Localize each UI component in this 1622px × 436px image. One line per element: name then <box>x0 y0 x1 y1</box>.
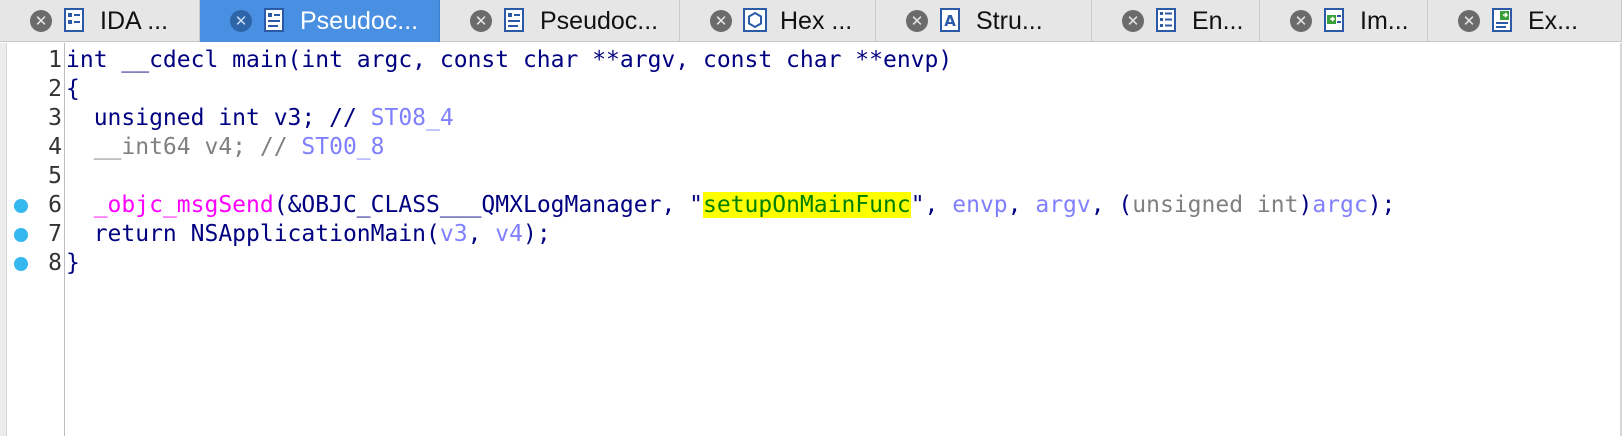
code-token: ST08_4 <box>370 105 454 131</box>
line-number: 6 <box>48 192 62 218</box>
tab-label: En... <box>1192 6 1244 35</box>
tab-label: Im... <box>1360 6 1409 35</box>
exports-icon <box>1490 7 1516 35</box>
tab-exports[interactable]: ✕ Ex... <box>1428 0 1622 42</box>
code-token: , ( <box>1090 192 1133 218</box>
svg-text:A: A <box>944 12 956 30</box>
code-token: ); <box>522 221 551 247</box>
close-icon[interactable]: ✕ <box>906 10 928 32</box>
code-token: { <box>66 76 80 102</box>
code-token: , <box>467 221 496 247</box>
code-line[interactable]: 2{ <box>0 75 1600 104</box>
pseudocode-icon <box>262 7 288 35</box>
close-icon[interactable]: ✕ <box>1122 10 1144 32</box>
code-text[interactable]: int __cdecl main(int argc, const char **… <box>66 46 952 75</box>
imports-icon <box>1322 7 1348 35</box>
code-token: ST00_8 <box>301 134 385 160</box>
breakpoint-icon[interactable] <box>14 199 28 213</box>
tab-label: Pseudoc... <box>540 6 659 35</box>
tab-label: Ex... <box>1528 6 1579 35</box>
tab-enums[interactable]: ✕ En... <box>1092 0 1260 42</box>
pseudocode-icon <box>502 7 528 35</box>
code-token: return NSApplicationMain( <box>66 221 440 247</box>
line-number: 1 <box>48 47 62 73</box>
close-icon[interactable]: ✕ <box>230 10 252 32</box>
code-line[interactable]: 1 int __cdecl main(int argc, const char *… <box>0 46 1600 75</box>
code-token: v3 <box>439 221 468 247</box>
code-text[interactable]: { <box>66 75 80 104</box>
tab-label: IDA ... <box>100 6 169 35</box>
breakpoint-icon[interactable] <box>14 257 28 271</box>
code-token: ", <box>910 192 953 218</box>
ida-view-icon <box>62 7 88 35</box>
tab-imports[interactable]: ✕ Im... <box>1260 0 1428 42</box>
code-token: _objc_msgSend <box>93 192 274 218</box>
code-line[interactable]: 6 _objc_msgSend(&OBJC_CLASS___QMXLogMana… <box>0 191 1600 220</box>
code-token: ) <box>1298 192 1313 218</box>
code-token: argv <box>1035 192 1091 218</box>
tab-ida-view[interactable]: ✕ IDA ... <box>0 0 200 42</box>
pseudocode-editor[interactable]: 1 int __cdecl main(int argc, const char *… <box>0 43 1622 436</box>
close-icon[interactable]: ✕ <box>30 10 52 32</box>
tab-label: Stru... <box>976 6 1043 35</box>
tab-label: Hex ... <box>780 6 853 35</box>
code-token: envp <box>952 192 1008 218</box>
code-line[interactable]: 8} <box>0 249 1600 278</box>
code-token: ); <box>1367 192 1396 218</box>
tab-structures[interactable]: ✕ A Stru... <box>876 0 1092 42</box>
line-number: 3 <box>48 105 62 131</box>
close-icon[interactable]: ✕ <box>1290 10 1312 32</box>
code-token: v4 <box>495 221 523 247</box>
code-line[interactable]: 4 __int64 v4; // ST00_8 <box>0 133 1600 162</box>
code-text[interactable]: _objc_msgSend(&OBJC_CLASS___QMXLogManage… <box>66 191 1395 220</box>
code-text[interactable]: unsigned int v3; // ST08_4 <box>66 104 454 133</box>
code-line[interactable]: 5 <box>0 162 1600 191</box>
code-token: , <box>1007 192 1036 218</box>
close-icon[interactable]: ✕ <box>1458 10 1480 32</box>
code-token: unsigned int <box>1132 192 1299 218</box>
close-icon[interactable]: ✕ <box>710 10 732 32</box>
line-number: 8 <box>48 250 62 276</box>
line-number: 7 <box>48 221 62 247</box>
highlighted-string: setupOnMainFunc <box>702 192 911 218</box>
code-token: } <box>66 250 80 276</box>
tab-pseudocode[interactable]: ✕ Pseudoc... <box>440 0 680 42</box>
code-line[interactable]: 3 unsigned int v3; // ST08_4 <box>0 104 1600 133</box>
code-token: int __cdecl main(int argc, const char **… <box>66 47 953 73</box>
code-text[interactable]: } <box>66 249 80 278</box>
line-number: 5 <box>48 163 62 189</box>
code-token: __int64 v4; // <box>66 134 302 160</box>
structures-icon: A <box>938 7 964 35</box>
enums-icon <box>1154 7 1180 35</box>
line-number: 2 <box>48 76 62 102</box>
hex-view-icon <box>742 7 768 35</box>
code-token: argc <box>1312 192 1368 218</box>
tab-bar: ✕ IDA ... ✕ Pseudoc... ✕ Pseudoc... ✕ Hex ... ✕ A… <box>0 0 1622 42</box>
close-icon[interactable]: ✕ <box>470 10 492 32</box>
code-text[interactable]: __int64 v4; // ST00_8 <box>66 133 385 162</box>
tab-label: Pseudoc... <box>300 6 419 35</box>
code-line[interactable]: 7 return NSApplicationMain(v3, v4); <box>0 220 1600 249</box>
code-token: unsigned int v3; // <box>66 105 371 131</box>
breakpoint-icon[interactable] <box>14 228 28 242</box>
code-text[interactable]: return NSApplicationMain(v3, v4); <box>66 220 551 249</box>
code-token: (&OBJC_CLASS___QMXLogManager, " <box>273 192 703 218</box>
line-number: 4 <box>48 134 62 160</box>
tab-pseudocode[interactable]: ✕ Pseudoc... <box>200 0 440 42</box>
tab-hex-view[interactable]: ✕ Hex ... <box>680 0 876 42</box>
